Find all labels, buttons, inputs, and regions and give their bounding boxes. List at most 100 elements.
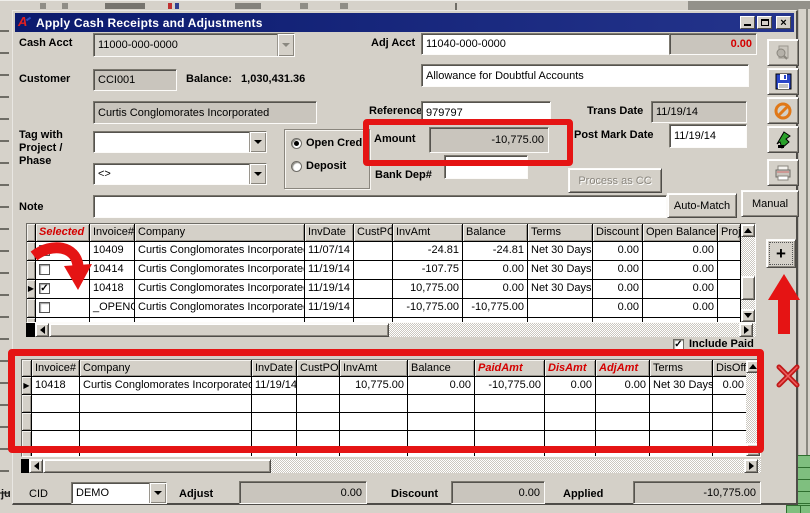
table-row[interactable]: 10409Curtis Conglomorates Incorporated11…: [27, 242, 755, 261]
cell[interactable]: [32, 395, 80, 413]
add-invoice-button[interactable]: +: [766, 239, 796, 268]
cell[interactable]: Curtis Conglomorates Incorporated: [135, 299, 305, 318]
cell[interactable]: [252, 449, 297, 457]
cell[interactable]: 0.00: [643, 299, 718, 318]
cell[interactable]: [545, 431, 596, 449]
cell[interactable]: [32, 431, 80, 449]
cell[interactable]: 0.00: [713, 377, 748, 395]
cell[interactable]: [297, 395, 340, 413]
cell[interactable]: 0.00: [643, 280, 718, 299]
open-credit-radio[interactable]: [291, 138, 302, 149]
cell[interactable]: 0.00: [545, 377, 596, 395]
cell[interactable]: [650, 413, 713, 431]
deposit-label[interactable]: Deposit: [306, 160, 346, 172]
row-marker[interactable]: ▶: [22, 377, 32, 395]
cell[interactable]: -10,775.00: [463, 299, 528, 318]
phase-dropdown-button[interactable]: [249, 164, 266, 184]
cell[interactable]: 0.00: [463, 261, 528, 280]
cell[interactable]: [408, 395, 475, 413]
scroll-down-button[interactable]: [746, 443, 760, 456]
cell[interactable]: 0.00: [643, 242, 718, 261]
table-row[interactable]: [22, 431, 760, 449]
cell[interactable]: [80, 413, 252, 431]
cell[interactable]: -107.75: [393, 261, 463, 280]
project-combobox[interactable]: [93, 131, 267, 153]
cell[interactable]: [354, 299, 393, 318]
cell[interactable]: [297, 377, 340, 395]
cell[interactable]: [252, 395, 297, 413]
cell[interactable]: -24.81: [463, 242, 528, 261]
cell[interactable]: Net 30 Days: [528, 261, 593, 280]
scroll-down-button[interactable]: [741, 309, 755, 322]
cell[interactable]: [80, 431, 252, 449]
cancel-button[interactable]: [767, 97, 799, 124]
minimize-button[interactable]: [740, 16, 755, 29]
row-marker[interactable]: [22, 413, 32, 431]
cell[interactable]: [596, 395, 650, 413]
print-button[interactable]: [767, 159, 799, 186]
titlebar[interactable]: A Apply Cash Receipts and Adjustments ×: [15, 13, 794, 32]
report-preview-button[interactable]: [767, 39, 799, 66]
adj-acct-description-field[interactable]: Allowance for Doubtful Accounts: [421, 64, 749, 87]
cell[interactable]: 11/19/14: [305, 299, 354, 318]
cell[interactable]: [718, 242, 741, 261]
project-dropdown-button[interactable]: [249, 132, 266, 152]
cell[interactable]: [475, 431, 545, 449]
cell[interactable]: [713, 431, 748, 449]
cell[interactable]: [713, 449, 748, 457]
cell[interactable]: 10418: [32, 377, 80, 395]
cell[interactable]: [32, 413, 80, 431]
table-row[interactable]: _OPENCRCurtis Conglomorates Incorporated…: [27, 299, 755, 318]
cell[interactable]: 10,775.00: [340, 377, 408, 395]
cell[interactable]: [650, 431, 713, 449]
vscroll-thumb[interactable]: [741, 276, 755, 300]
invoice-grid-vscrollbar[interactable]: [741, 224, 755, 322]
table-row[interactable]: 10414Curtis Conglomorates Incorporated11…: [27, 261, 755, 280]
cell[interactable]: Curtis Conglomorates Incorporated: [135, 280, 305, 299]
row-marker[interactable]: [22, 395, 32, 413]
cell[interactable]: [340, 431, 408, 449]
cell[interactable]: [32, 449, 80, 457]
applied-grid-vscrollbar[interactable]: [746, 360, 760, 456]
table-row[interactable]: ▶10418Curtis Conglomorates Incorporated1…: [22, 377, 760, 395]
scroll-up-button[interactable]: [746, 360, 760, 373]
invoice-grid-hscrollbar[interactable]: [26, 323, 756, 337]
hscroll-thumb[interactable]: [49, 323, 389, 337]
cell[interactable]: -10,775.00: [393, 299, 463, 318]
cell[interactable]: [713, 395, 748, 413]
cell[interactable]: Curtis Conglomorates Incorporated: [135, 242, 305, 261]
cell[interactable]: [252, 431, 297, 449]
include-paid-checkbox[interactable]: ✓: [673, 339, 684, 350]
applied-grid-hscrollbar[interactable]: [21, 459, 761, 473]
row-marker[interactable]: [22, 431, 32, 449]
cell[interactable]: [297, 449, 340, 457]
open-credit-label[interactable]: Open Credit: [306, 137, 369, 149]
table-row[interactable]: [22, 413, 760, 431]
cell[interactable]: 0.00: [593, 280, 643, 299]
scroll-up-button[interactable]: [741, 224, 755, 237]
cell[interactable]: [596, 413, 650, 431]
cell[interactable]: Net 30 Days: [528, 242, 593, 261]
cell[interactable]: [340, 449, 408, 457]
cell[interactable]: 0.00: [408, 377, 475, 395]
reference-field[interactable]: 979797: [421, 101, 551, 124]
cell[interactable]: -10,775.00: [475, 377, 545, 395]
scroll-left-button[interactable]: [29, 459, 43, 473]
cid-dropdown-button[interactable]: [149, 483, 166, 503]
cell[interactable]: [354, 280, 393, 299]
cell[interactable]: [340, 413, 408, 431]
table-row[interactable]: [22, 395, 760, 413]
cell[interactable]: [80, 449, 252, 457]
hscroll-thumb[interactable]: [43, 459, 271, 473]
process-as-cc-button[interactable]: Process as CC: [568, 168, 662, 193]
cell[interactable]: [475, 449, 545, 457]
cell[interactable]: [718, 299, 741, 318]
table-row[interactable]: ▶✓10418Curtis Conglomorates Incorporated…: [27, 280, 755, 299]
cell[interactable]: [718, 280, 741, 299]
cell[interactable]: 0.00: [463, 280, 528, 299]
cell[interactable]: 10418: [90, 280, 135, 299]
exit-button[interactable]: [767, 126, 799, 153]
remove-applied-button[interactable]: [771, 361, 805, 391]
cell[interactable]: [650, 395, 713, 413]
row-marker[interactable]: [27, 299, 36, 318]
